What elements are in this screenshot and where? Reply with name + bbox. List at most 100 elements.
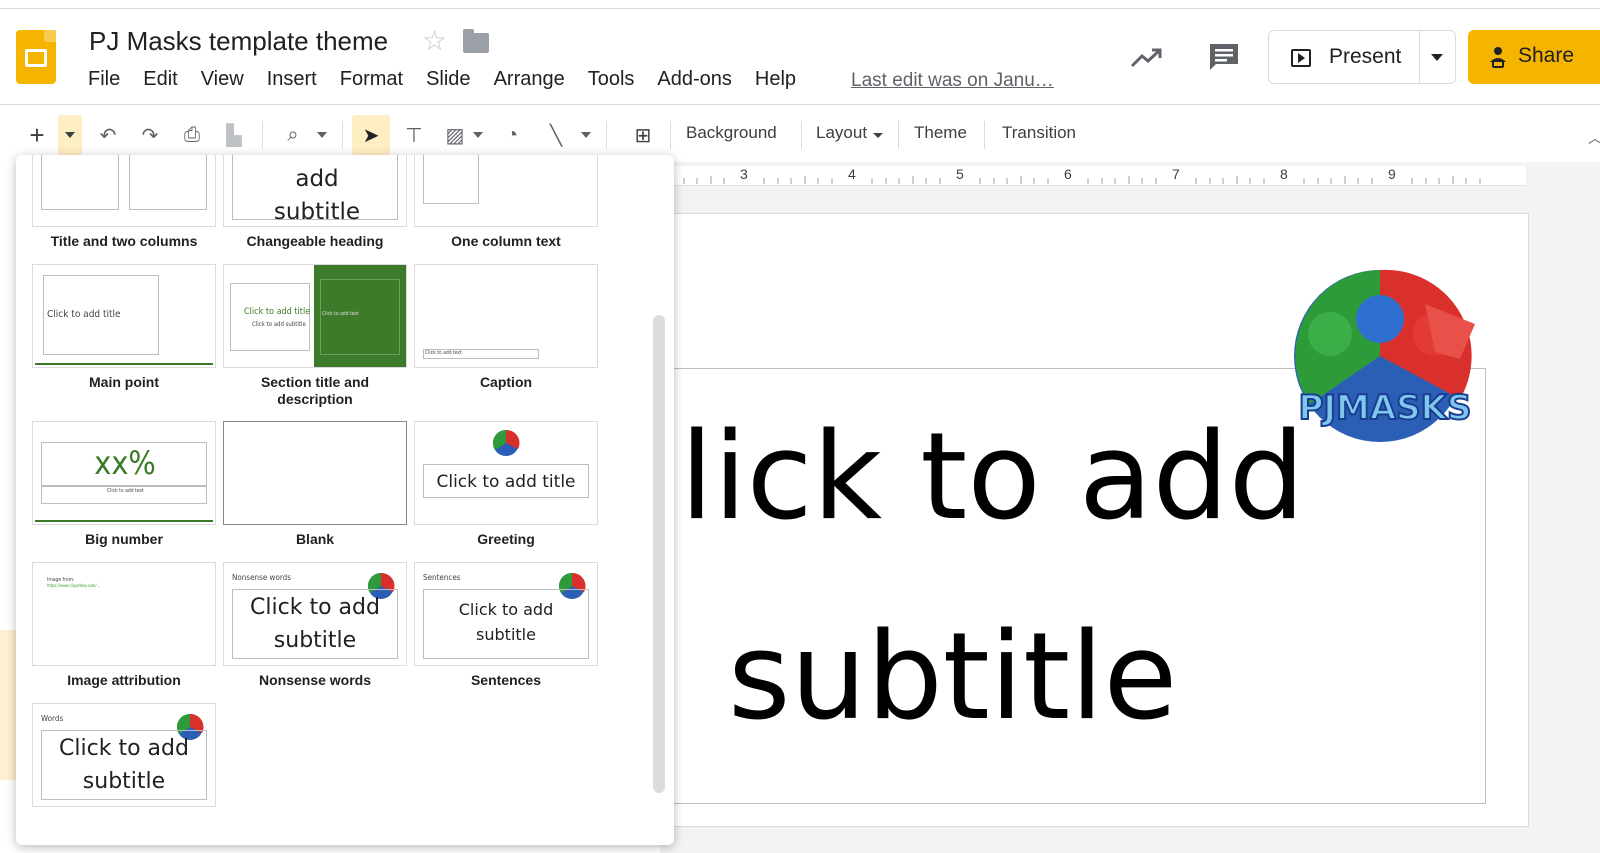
layout-label: Big number xyxy=(85,531,163,547)
paint-format-icon[interactable]: ▙ xyxy=(220,115,248,155)
zoom-icon[interactable]: ⌕ xyxy=(278,115,308,155)
folder-icon[interactable] xyxy=(463,29,489,53)
present-label: Present xyxy=(1329,45,1402,68)
ruler-number: 3 xyxy=(740,166,748,182)
layout-thumb-title-two-columns[interactable] xyxy=(32,155,216,227)
placeholder-text: Click to add subtitle xyxy=(273,155,361,225)
popup-scrollbar[interactable] xyxy=(653,315,665,793)
menu-tools[interactable]: Tools xyxy=(588,68,635,91)
placeholder-side-text: Click to add text xyxy=(322,311,359,317)
text-box-icon[interactable]: ⊤ xyxy=(398,115,430,155)
layout-thumb-words[interactable]: Words Click to add subtitle xyxy=(32,703,216,807)
new-slide-dropdown-icon[interactable] xyxy=(58,115,82,155)
horizontal-ruler[interactable]: 3 4 5 6 7 8 9 xyxy=(660,166,1526,186)
menu-view[interactable]: View xyxy=(201,68,244,91)
lock-person-icon xyxy=(1490,47,1506,68)
redo-icon[interactable]: ↷ xyxy=(134,115,166,155)
menu-file[interactable]: File xyxy=(88,68,120,91)
layout-label: Image attribution xyxy=(67,672,181,688)
ruler-number: 7 xyxy=(1172,166,1180,182)
layout-label: Section title and description xyxy=(260,374,370,407)
add-comment-icon[interactable]: ⊞ xyxy=(628,115,658,155)
menu-arrange[interactable]: Arrange xyxy=(494,68,565,91)
subtitle-line-1: lick to add xyxy=(680,408,1305,547)
image-icon[interactable]: ▨ xyxy=(440,115,470,155)
print-icon[interactable]: ⎙ xyxy=(176,115,208,155)
line-dropdown-icon[interactable] xyxy=(578,115,594,155)
theme-button[interactable]: Theme xyxy=(914,123,967,143)
document-title[interactable]: PJ Masks template theme xyxy=(89,26,388,57)
layout-label: Title and two columns xyxy=(50,233,198,249)
attribution-link: https://www.clipartkey.com/... xyxy=(47,583,101,588)
comment-icon[interactable] xyxy=(1208,42,1240,72)
layout-thumb-blank[interactable] xyxy=(223,421,407,525)
background-button[interactable]: Background xyxy=(686,123,777,143)
header-divider xyxy=(0,104,1600,105)
layout-label: Blank xyxy=(295,531,335,547)
menu-addons[interactable]: Add-ons xyxy=(657,68,732,91)
layout-thumb-one-column[interactable] xyxy=(414,155,598,227)
placeholder-text: Click to add text xyxy=(425,350,462,356)
placeholder-text: Click to add subtitle xyxy=(250,595,380,653)
layout-label: Changeable heading xyxy=(246,233,384,249)
layout-thumb-caption[interactable]: Click to add text xyxy=(414,264,598,368)
present-icon xyxy=(1291,49,1311,67)
present-dropdown-icon[interactable] xyxy=(1431,54,1443,61)
ruler-number: 5 xyxy=(956,166,964,182)
placeholder-text: Click to add title xyxy=(47,309,121,320)
ruler-number: 8 xyxy=(1280,166,1288,182)
layout-thumb-nonsense-words[interactable]: Nonsense words Click to add subtitle xyxy=(223,562,407,666)
new-slide-plus-icon[interactable]: + xyxy=(24,115,50,155)
layout-label: One column text xyxy=(451,233,561,249)
layout-thumb-sentences[interactable]: Sentences Click to add subtitle xyxy=(414,562,598,666)
layout-thumb-big-number[interactable]: xx% Click to add text xyxy=(32,421,216,525)
menu-slide[interactable]: Slide xyxy=(426,68,470,91)
last-edit-link[interactable]: Last edit was on Janu… xyxy=(851,70,1054,92)
layout-thumb-section-title[interactable]: Click to add title Click to add subtitle… xyxy=(223,264,407,368)
top-border xyxy=(0,8,1600,9)
layout-popup: Title and two columns Click to add subti… xyxy=(16,155,674,845)
layout-label: Sentences xyxy=(470,672,542,688)
layout-thumb-image-attribution[interactable]: Image from: https://www.clipartkey.com/.… xyxy=(32,562,216,666)
undo-icon[interactable]: ↶ xyxy=(92,115,124,155)
collapse-toolbar-icon[interactable]: ︿ xyxy=(1588,128,1600,148)
layout-thumb-changeable-heading[interactable]: Click to add subtitle xyxy=(223,155,407,227)
layout-label: Caption xyxy=(479,374,533,390)
shape-icon[interactable]: ◔ xyxy=(496,115,528,155)
layout-thumb-main-point[interactable]: Click to add title xyxy=(32,264,216,368)
layout-label: Greeting xyxy=(477,531,535,547)
line-icon[interactable]: ╲ xyxy=(540,115,572,155)
placeholder-heading: Nonsense words xyxy=(232,573,291,582)
star-icon[interactable]: ☆ xyxy=(422,24,447,57)
filmstrip-edge xyxy=(0,630,16,780)
pj-masks-logo[interactable]: PJMASKS xyxy=(1275,264,1495,449)
menu-help[interactable]: Help xyxy=(755,68,796,91)
mini-pj-logo xyxy=(492,429,520,456)
placeholder-text: Click to add subtitle xyxy=(59,736,189,794)
share-button[interactable]: Share xyxy=(1468,30,1600,84)
menu-format[interactable]: Format xyxy=(340,68,403,91)
ruler-number: 6 xyxy=(1064,166,1072,182)
menu-edit[interactable]: Edit xyxy=(143,68,177,91)
placeholder-text: Click to add text xyxy=(107,488,144,494)
layout-dropdown-icon[interactable] xyxy=(872,115,884,155)
layout-thumb-greeting[interactable]: Click to add title xyxy=(414,421,598,525)
ruler-number: 9 xyxy=(1388,166,1396,182)
slides-logo-icon[interactable] xyxy=(16,30,56,84)
placeholder-text: Click to add title xyxy=(436,472,576,492)
svg-text:PJMASKS: PJMASKS xyxy=(1298,388,1471,428)
placeholder-text: Click to add title xyxy=(244,307,311,317)
image-dropdown-icon[interactable] xyxy=(470,115,486,155)
select-cursor-icon[interactable]: ➤ xyxy=(352,115,390,155)
menu-bar: File Edit View Insert Format Slide Arran… xyxy=(88,68,819,91)
zoom-dropdown-icon[interactable] xyxy=(312,115,332,155)
share-label: Share xyxy=(1518,44,1575,67)
menu-insert[interactable]: Insert xyxy=(267,68,317,91)
present-button[interactable]: Present xyxy=(1268,30,1456,84)
transition-button[interactable]: Transition xyxy=(1002,123,1076,143)
subtitle-line-2: subtitle xyxy=(728,608,1178,747)
placeholder-text: Click to add subtitle xyxy=(458,600,554,644)
layout-button[interactable]: Layout xyxy=(816,123,867,143)
layout-label: Main point xyxy=(89,374,159,390)
activity-trend-icon[interactable] xyxy=(1130,46,1164,70)
